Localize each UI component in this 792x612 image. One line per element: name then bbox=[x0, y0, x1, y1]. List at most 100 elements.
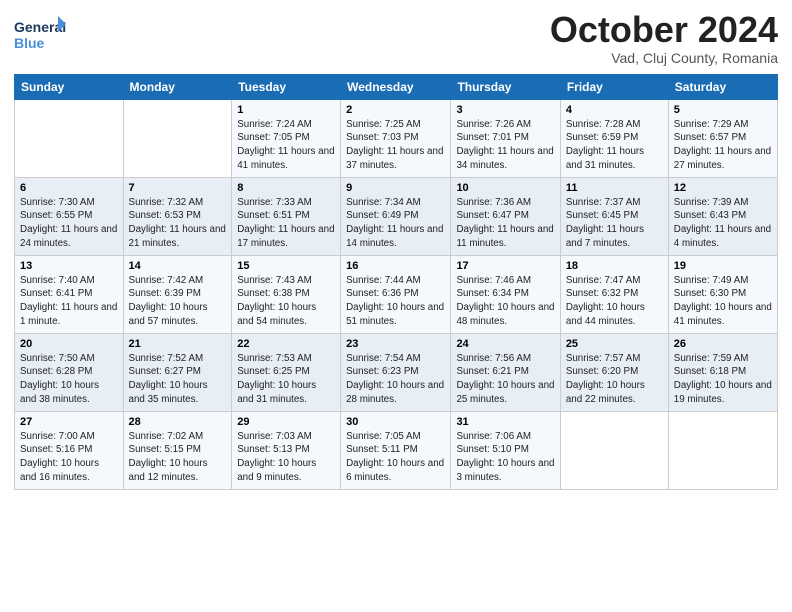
day-number: 5 bbox=[674, 104, 772, 116]
day-detail: Sunrise: 7:44 AMSunset: 6:36 PMDaylight:… bbox=[346, 274, 445, 329]
header-tuesday: Tuesday bbox=[232, 74, 341, 99]
day-detail: Sunrise: 7:03 AMSunset: 5:13 PMDaylight:… bbox=[237, 430, 335, 485]
day-number: 30 bbox=[346, 416, 445, 428]
day-detail: Sunrise: 7:57 AMSunset: 6:20 PMDaylight:… bbox=[566, 352, 663, 407]
day-detail: Sunrise: 7:30 AMSunset: 6:55 PMDaylight:… bbox=[20, 196, 118, 251]
day-number: 15 bbox=[237, 260, 335, 272]
day-number: 7 bbox=[129, 182, 227, 194]
day-number: 29 bbox=[237, 416, 335, 428]
day-number: 24 bbox=[456, 338, 554, 350]
header-friday: Friday bbox=[560, 74, 668, 99]
logo-icon: General Blue bbox=[14, 14, 66, 58]
day-cell: 7 Sunrise: 7:32 AMSunset: 6:53 PMDaylight… bbox=[123, 177, 232, 255]
day-detail: Sunrise: 7:24 AMSunset: 7:05 PMDaylight:… bbox=[237, 118, 335, 173]
day-cell: 10 Sunrise: 7:36 AMSunset: 6:47 PMDayligh… bbox=[451, 177, 560, 255]
day-number: 25 bbox=[566, 338, 663, 350]
month-title: October 2024 bbox=[550, 10, 778, 50]
day-number: 13 bbox=[20, 260, 118, 272]
day-detail: Sunrise: 7:54 AMSunset: 6:23 PMDaylight:… bbox=[346, 352, 445, 407]
day-detail: Sunrise: 7:46 AMSunset: 6:34 PMDaylight:… bbox=[456, 274, 554, 329]
day-number: 16 bbox=[346, 260, 445, 272]
day-cell: 3 Sunrise: 7:26 AMSunset: 7:01 PMDaylight… bbox=[451, 99, 560, 177]
day-detail: Sunrise: 7:33 AMSunset: 6:51 PMDaylight:… bbox=[237, 196, 335, 251]
day-detail: Sunrise: 7:43 AMSunset: 6:38 PMDaylight:… bbox=[237, 274, 335, 329]
header-thursday: Thursday bbox=[451, 74, 560, 99]
header-wednesday: Wednesday bbox=[341, 74, 451, 99]
calendar-table: Sunday Monday Tuesday Wednesday Thursday… bbox=[14, 74, 778, 490]
logo: General Blue bbox=[14, 14, 66, 58]
day-cell: 19Sunrise: 7:49 AMSunset: 6:30 PMDayligh… bbox=[668, 255, 777, 333]
day-number: 6 bbox=[20, 182, 118, 194]
day-detail: Sunrise: 7:53 AMSunset: 6:25 PMDaylight:… bbox=[237, 352, 335, 407]
day-detail: Sunrise: 7:29 AMSunset: 6:57 PMDaylight:… bbox=[674, 118, 772, 173]
day-cell: 6 Sunrise: 7:30 AMSunset: 6:55 PMDaylight… bbox=[15, 177, 124, 255]
day-cell: 27 Sunrise: 7:00 AMSunset: 5:16 PMDayligh… bbox=[15, 411, 124, 489]
day-number: 10 bbox=[456, 182, 554, 194]
week-row-3: 13 Sunrise: 7:40 AMSunset: 6:41 PMDayligh… bbox=[15, 255, 778, 333]
day-number: 28 bbox=[129, 416, 227, 428]
day-number: 1 bbox=[237, 104, 335, 116]
day-detail: Sunrise: 7:39 AMSunset: 6:43 PMDaylight:… bbox=[674, 196, 772, 251]
day-cell: 20 Sunrise: 7:50 AMSunset: 6:28 PMDayligh… bbox=[15, 333, 124, 411]
day-number: 22 bbox=[237, 338, 335, 350]
day-detail: Sunrise: 7:26 AMSunset: 7:01 PMDaylight:… bbox=[456, 118, 554, 173]
week-row-4: 20 Sunrise: 7:50 AMSunset: 6:28 PMDayligh… bbox=[15, 333, 778, 411]
day-cell: 25 Sunrise: 7:57 AMSunset: 6:20 PMDayligh… bbox=[560, 333, 668, 411]
day-cell bbox=[123, 99, 232, 177]
day-number: 31 bbox=[456, 416, 554, 428]
day-number: 12 bbox=[674, 182, 772, 194]
day-detail: Sunrise: 7:05 AMSunset: 5:11 PMDaylight:… bbox=[346, 430, 445, 485]
location-subtitle: Vad, Cluj County, Romania bbox=[550, 50, 778, 66]
day-detail: Sunrise: 7:00 AMSunset: 5:16 PMDaylight:… bbox=[20, 430, 118, 485]
day-cell: 2Sunrise: 7:25 AMSunset: 7:03 PMDaylight… bbox=[341, 99, 451, 177]
day-number: 14 bbox=[129, 260, 227, 272]
day-number: 23 bbox=[346, 338, 445, 350]
day-detail: Sunrise: 7:25 AMSunset: 7:03 PMDaylight:… bbox=[346, 118, 445, 173]
day-detail: Sunrise: 7:36 AMSunset: 6:47 PMDaylight:… bbox=[456, 196, 554, 251]
day-detail: Sunrise: 7:50 AMSunset: 6:28 PMDaylight:… bbox=[20, 352, 118, 407]
day-cell: 18 Sunrise: 7:47 AMSunset: 6:32 PMDayligh… bbox=[560, 255, 668, 333]
day-detail: Sunrise: 7:59 AMSunset: 6:18 PMDaylight:… bbox=[674, 352, 772, 407]
day-detail: Sunrise: 7:34 AMSunset: 6:49 PMDaylight:… bbox=[346, 196, 445, 251]
day-detail: Sunrise: 7:52 AMSunset: 6:27 PMDaylight:… bbox=[129, 352, 227, 407]
day-cell: 15 Sunrise: 7:43 AMSunset: 6:38 PMDayligh… bbox=[232, 255, 341, 333]
header-monday: Monday bbox=[123, 74, 232, 99]
day-cell: 14 Sunrise: 7:42 AMSunset: 6:39 PMDayligh… bbox=[123, 255, 232, 333]
day-cell: 22 Sunrise: 7:53 AMSunset: 6:25 PMDayligh… bbox=[232, 333, 341, 411]
day-cell: 17 Sunrise: 7:46 AMSunset: 6:34 PMDayligh… bbox=[451, 255, 560, 333]
day-cell: 21Sunrise: 7:52 AMSunset: 6:27 PMDayligh… bbox=[123, 333, 232, 411]
day-cell: 9Sunrise: 7:34 AMSunset: 6:49 PMDaylight… bbox=[341, 177, 451, 255]
day-number: 27 bbox=[20, 416, 118, 428]
day-cell: 8Sunrise: 7:33 AMSunset: 6:51 PMDaylight… bbox=[232, 177, 341, 255]
day-detail: Sunrise: 7:42 AMSunset: 6:39 PMDaylight:… bbox=[129, 274, 227, 329]
svg-text:Blue: Blue bbox=[14, 35, 45, 51]
day-cell: 30 Sunrise: 7:05 AMSunset: 5:11 PMDayligh… bbox=[341, 411, 451, 489]
day-detail: Sunrise: 7:47 AMSunset: 6:32 PMDaylight:… bbox=[566, 274, 663, 329]
day-cell: 4Sunrise: 7:28 AMSunset: 6:59 PMDaylight… bbox=[560, 99, 668, 177]
day-detail: Sunrise: 7:40 AMSunset: 6:41 PMDaylight:… bbox=[20, 274, 118, 329]
week-row-1: 1 Sunrise: 7:24 AMSunset: 7:05 PMDaylight… bbox=[15, 99, 778, 177]
day-detail: Sunrise: 7:28 AMSunset: 6:59 PMDaylight:… bbox=[566, 118, 663, 173]
day-cell: 13 Sunrise: 7:40 AMSunset: 6:41 PMDayligh… bbox=[15, 255, 124, 333]
day-cell: 28Sunrise: 7:02 AMSunset: 5:15 PMDayligh… bbox=[123, 411, 232, 489]
day-cell: 12 Sunrise: 7:39 AMSunset: 6:43 PMDayligh… bbox=[668, 177, 777, 255]
day-number: 3 bbox=[456, 104, 554, 116]
day-detail: Sunrise: 7:32 AMSunset: 6:53 PMDaylight:… bbox=[129, 196, 227, 251]
day-number: 18 bbox=[566, 260, 663, 272]
day-cell bbox=[668, 411, 777, 489]
header-saturday: Saturday bbox=[668, 74, 777, 99]
day-detail: Sunrise: 7:56 AMSunset: 6:21 PMDaylight:… bbox=[456, 352, 554, 407]
day-detail: Sunrise: 7:37 AMSunset: 6:45 PMDaylight:… bbox=[566, 196, 663, 251]
day-number: 17 bbox=[456, 260, 554, 272]
page: General Blue October 2024 Vad, Cluj Coun… bbox=[0, 0, 792, 500]
title-area: October 2024 Vad, Cluj County, Romania bbox=[550, 10, 778, 66]
day-cell: 26Sunrise: 7:59 AMSunset: 6:18 PMDayligh… bbox=[668, 333, 777, 411]
day-cell: 24 Sunrise: 7:56 AMSunset: 6:21 PMDayligh… bbox=[451, 333, 560, 411]
day-cell: 29 Sunrise: 7:03 AMSunset: 5:13 PMDayligh… bbox=[232, 411, 341, 489]
day-cell: 5 Sunrise: 7:29 AMSunset: 6:57 PMDaylight… bbox=[668, 99, 777, 177]
day-cell: 23 Sunrise: 7:54 AMSunset: 6:23 PMDayligh… bbox=[341, 333, 451, 411]
header-row: Sunday Monday Tuesday Wednesday Thursday… bbox=[15, 74, 778, 99]
day-number: 20 bbox=[20, 338, 118, 350]
week-row-2: 6 Sunrise: 7:30 AMSunset: 6:55 PMDaylight… bbox=[15, 177, 778, 255]
header: General Blue October 2024 Vad, Cluj Coun… bbox=[14, 10, 778, 66]
